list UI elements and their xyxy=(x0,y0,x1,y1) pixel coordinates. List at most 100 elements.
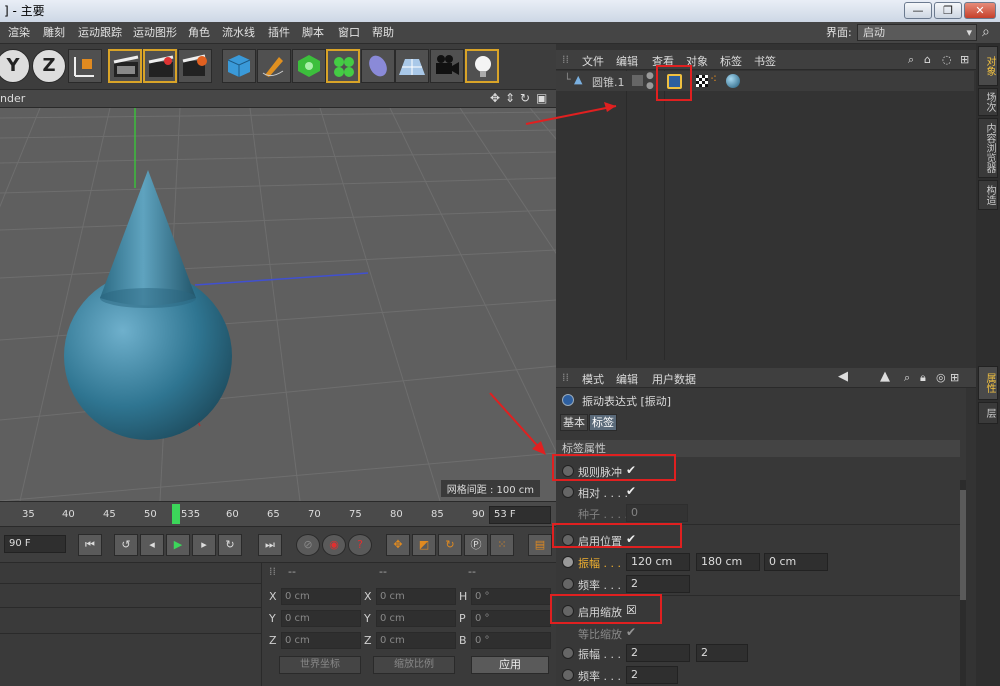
timeline[interactable]: 35 40 45 50 535 60 65 70 75 80 85 90 53 … xyxy=(0,501,556,527)
layer-icon[interactable]: ◌ xyxy=(942,53,952,66)
move-view-icon[interactable]: ✥ xyxy=(490,90,500,107)
record-disabled-button[interactable]: ⊘ xyxy=(296,534,320,556)
render-settings-button[interactable] xyxy=(178,49,212,83)
animate-radio[interactable] xyxy=(562,556,574,568)
record-button[interactable]: ◉ xyxy=(322,534,346,556)
seed-field[interactable]: 0 xyxy=(626,504,688,522)
tab-basic[interactable]: 基本 xyxy=(560,414,588,431)
minimize-button[interactable]: — xyxy=(904,2,932,19)
side-tab-content-browser[interactable]: 内容浏览器 xyxy=(978,118,998,178)
go-end-button[interactable]: ⏭ xyxy=(258,534,282,556)
light-button[interactable] xyxy=(465,49,499,83)
menu-plugins[interactable]: 插件 xyxy=(268,22,290,44)
visibility-dots-icon[interactable]: ● ● xyxy=(646,71,654,91)
z-axis-button[interactable]: Z xyxy=(32,49,66,83)
animate-radio[interactable] xyxy=(562,669,574,681)
target-icon[interactable]: ◎ xyxy=(936,371,946,384)
scale-frequency-field[interactable]: 2 xyxy=(626,666,678,684)
search-icon[interactable]: ⌕ xyxy=(904,371,910,385)
scale-select[interactable]: 缩放比例 xyxy=(373,656,455,674)
key-parameter-button[interactable]: Ⓟ xyxy=(464,534,488,556)
deformer-button[interactable] xyxy=(361,49,395,83)
am-menu-userdata[interactable]: 用户数据 xyxy=(652,371,696,387)
3d-viewport[interactable]: 网格间距 : 100 cm xyxy=(0,108,556,501)
am-menu-mode[interactable]: 模式 xyxy=(582,371,604,387)
key-scale-button[interactable]: ◩ xyxy=(412,534,436,556)
play-button[interactable]: ▶ xyxy=(166,534,190,556)
menu-window[interactable]: 窗口 xyxy=(338,22,360,44)
checker-tag-icon[interactable] xyxy=(696,75,708,87)
render-view-button[interactable] xyxy=(108,49,142,83)
camera-button[interactable] xyxy=(430,49,464,83)
home-icon[interactable]: ⌂ xyxy=(924,53,931,66)
menu-character[interactable]: 角色 xyxy=(188,22,210,44)
menu-motion-tracking[interactable]: 运动跟踪 xyxy=(78,22,122,44)
size-x-field[interactable]: 0 cm xyxy=(376,588,456,605)
next-key-button[interactable]: ↻ xyxy=(218,534,242,556)
subdivision-button[interactable] xyxy=(292,49,326,83)
up-arrow-icon[interactable]: ▲ xyxy=(880,369,890,384)
vibrate-tag-icon[interactable] xyxy=(667,74,682,89)
menu-pipeline[interactable]: 流水线 xyxy=(222,22,255,44)
expand-icon[interactable]: ⊞ xyxy=(950,371,959,384)
cube-button[interactable] xyxy=(222,49,256,83)
search-icon[interactable]: ⌕ xyxy=(908,53,914,67)
back-arrow-icon[interactable]: ◀ xyxy=(838,369,848,384)
rotation-h-field[interactable]: 0 ° xyxy=(471,588,551,605)
prev-key-button[interactable]: ↺ xyxy=(114,534,138,556)
uniform-scale-checkbox[interactable]: ✔ xyxy=(626,625,636,639)
pen-button[interactable] xyxy=(257,49,291,83)
expand-icon[interactable]: ⊞ xyxy=(960,53,969,66)
menu-mograph[interactable]: 运动图形 xyxy=(133,22,177,44)
position-z-field[interactable]: 0 cm xyxy=(281,632,361,649)
relative-checkbox[interactable]: ✔ xyxy=(626,484,636,498)
apply-button[interactable]: 应用 xyxy=(471,656,549,674)
dots-tag-icon[interactable]: ⁖ xyxy=(710,72,717,86)
scale-amplitude-y-field[interactable]: 2 xyxy=(696,644,748,662)
cloner-button[interactable] xyxy=(326,49,360,83)
animate-radio[interactable] xyxy=(562,578,574,590)
material-tag-icon[interactable] xyxy=(726,74,740,88)
end-frame-field[interactable]: 90 F xyxy=(4,535,66,553)
frequency-field[interactable]: 2 xyxy=(626,575,690,593)
key-pla-button[interactable]: ⁙ xyxy=(490,534,514,556)
coordinate-system-button[interactable] xyxy=(68,49,102,83)
side-tab-layers[interactable]: 层 xyxy=(978,402,998,424)
position-y-field[interactable]: 0 cm xyxy=(281,610,361,627)
side-tab-attributes[interactable]: 属性 xyxy=(978,366,998,400)
lock-icon[interactable]: 🔒︎ xyxy=(920,371,926,385)
om-menu-file[interactable]: 文件 xyxy=(582,53,604,69)
object-row[interactable]: └ ▲ 圆锥.1 ● ● ⁖ xyxy=(556,65,974,101)
size-y-field[interactable]: 0 cm xyxy=(376,610,456,627)
next-frame-button[interactable]: ▸ xyxy=(192,534,216,556)
menu-help[interactable]: 帮助 xyxy=(372,22,394,44)
film-button[interactable]: ▤ xyxy=(528,534,552,556)
side-tab-takes[interactable]: 场次 xyxy=(978,88,998,116)
floor-button[interactable] xyxy=(395,49,429,83)
object-name[interactable]: 圆锥.1 xyxy=(592,74,625,90)
y-axis-button[interactable]: Y xyxy=(0,49,30,83)
side-tab-structure[interactable]: 构造 xyxy=(978,180,998,210)
om-menu-edit[interactable]: 编辑 xyxy=(616,53,638,69)
menu-sculpt[interactable]: 雕刻 xyxy=(43,22,65,44)
position-x-field[interactable]: 0 cm xyxy=(281,588,361,605)
prev-frame-button[interactable]: ◂ xyxy=(140,534,164,556)
amplitude-z-field[interactable]: 0 cm xyxy=(764,553,828,571)
om-menu-tag[interactable]: 标签 xyxy=(720,53,742,69)
render-picture-button[interactable] xyxy=(143,49,177,83)
interface-select[interactable]: 启动 ▾ xyxy=(857,24,977,41)
rotation-p-field[interactable]: 0 ° xyxy=(471,610,551,627)
scale-amplitude-x-field[interactable]: 2 xyxy=(626,644,690,662)
rotation-b-field[interactable]: 0 ° xyxy=(471,632,551,649)
animate-radio[interactable] xyxy=(562,647,574,659)
amplitude-x-field[interactable]: 120 cm xyxy=(626,553,690,571)
side-tab-objects[interactable]: 对象 xyxy=(978,46,998,86)
am-menu-edit[interactable]: 编辑 xyxy=(616,371,638,387)
zoom-view-icon[interactable]: ⇕ xyxy=(505,90,515,107)
amplitude-y-field[interactable]: 180 cm xyxy=(696,553,760,571)
world-coordinates-select[interactable]: 世界坐标 xyxy=(279,656,361,674)
menu-script[interactable]: 脚本 xyxy=(302,22,324,44)
current-frame-marker[interactable] xyxy=(172,504,180,524)
key-position-button[interactable]: ✥ xyxy=(386,534,410,556)
search-icon[interactable]: ⌕ xyxy=(982,24,990,40)
